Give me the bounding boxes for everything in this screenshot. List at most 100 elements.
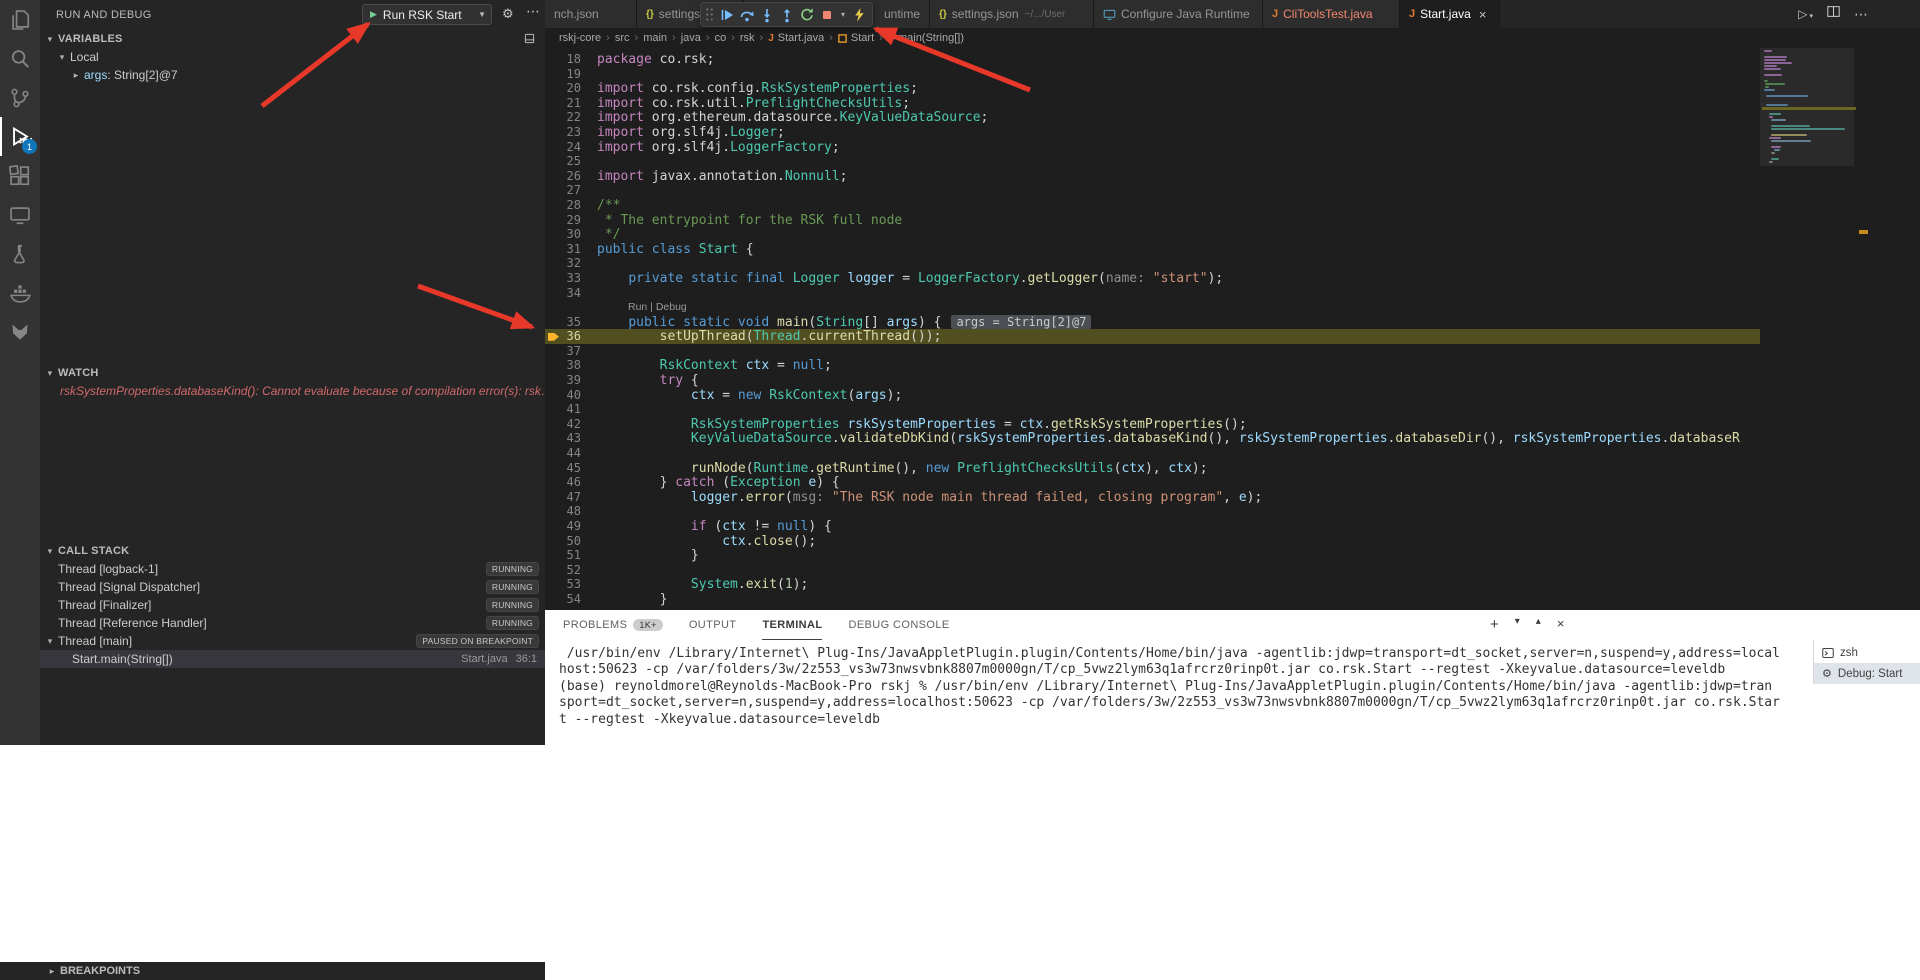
line-number[interactable]: 29: [545, 213, 581, 228]
variables-scope-local[interactable]: ▾ Local: [40, 48, 545, 66]
line-number[interactable]: 54: [545, 592, 581, 607]
activity-bar-item-extensions[interactable]: [0, 156, 40, 195]
breadcrumb-item-src[interactable]: src: [615, 32, 630, 44]
code-line-30[interactable]: 30 */: [545, 227, 1760, 242]
step-out-button[interactable]: [777, 4, 797, 26]
line-number[interactable]: 32: [545, 256, 581, 271]
line-number[interactable]: 20: [545, 81, 581, 96]
tab-start-java-6[interactable]: JStart.java×: [1400, 0, 1500, 28]
code-line-45[interactable]: 45 runNode(Runtime.getRuntime(), new Pre…: [545, 461, 1760, 476]
callstack-thread[interactable]: Thread [Reference Handler]RUNNING: [40, 614, 545, 632]
line-number[interactable]: 35: [545, 315, 581, 330]
step-over-button[interactable]: [737, 4, 757, 26]
ellipsis-icon[interactable]: ⋯: [526, 3, 540, 20]
watch-item[interactable]: rskSystemProperties.databaseKind(): Cann…: [40, 382, 545, 400]
code-line-21[interactable]: 21import co.rsk.util.PreflightChecksUtil…: [545, 96, 1760, 111]
code-line-26[interactable]: 26import javax.annotation.Nonnull;: [545, 169, 1760, 184]
code-line-43[interactable]: 43 KeyValueDataSource.validateDbKind(rsk…: [545, 431, 1760, 446]
activity-bar-item-source-control[interactable]: [0, 78, 40, 117]
activity-bar-item-run-and-debug[interactable]: 1: [0, 117, 40, 156]
continue-button[interactable]: [717, 4, 737, 26]
line-number[interactable]: 28: [545, 198, 581, 213]
codelens-debug-link[interactable]: Debug: [656, 301, 687, 313]
code-line-52[interactable]: 52: [545, 563, 1760, 578]
code-line-31[interactable]: 31public class Start {: [545, 242, 1760, 257]
breadcrumb-item-java[interactable]: java: [681, 32, 701, 44]
more-actions-icon[interactable]: ⋯: [1854, 6, 1868, 23]
line-number[interactable]: 42: [545, 417, 581, 432]
code-line-24[interactable]: 24import org.slf4j.LoggerFactory;: [545, 140, 1760, 155]
activity-bar-item-search[interactable]: [0, 39, 40, 78]
line-number[interactable]: 41: [545, 402, 581, 417]
line-number[interactable]: 22: [545, 110, 581, 125]
code-line-25[interactable]: 25: [545, 154, 1760, 169]
callstack-section-header[interactable]: ▾ CALL STACK: [40, 542, 545, 560]
line-number[interactable]: 18: [545, 52, 581, 67]
tab-configure-java-runtime-4[interactable]: Configure Java Runtime: [1094, 0, 1263, 28]
callstack-thread[interactable]: ▾Thread [main]PAUSED ON BREAKPOINT: [40, 632, 545, 650]
variable-item[interactable]: ▸args: String[2]@7: [40, 66, 545, 84]
line-number[interactable]: 48: [545, 504, 581, 519]
line-number[interactable]: 30: [545, 227, 581, 242]
gear-icon[interactable]: ⚙: [502, 6, 514, 22]
breadcrumb-item-main-string-[interactable]: ◆main(String[]): [888, 32, 964, 44]
code-editor[interactable]: 18package co.rsk;1920import co.rsk.confi…: [545, 48, 1920, 610]
callstack-frame-selected[interactable]: Start.main(String[])Start.java36:1: [40, 650, 545, 668]
code-line-40[interactable]: 40 ctx = new RskContext(args);: [545, 388, 1760, 403]
variables-section-header[interactable]: ▾ VARIABLES: [40, 30, 545, 48]
code-line-47[interactable]: 47 logger.error(msg: "The RSK node main …: [545, 490, 1760, 505]
code-line-39[interactable]: 39 try {: [545, 373, 1760, 388]
code-line-28[interactable]: 28/**: [545, 198, 1760, 213]
code-line-18[interactable]: 18package co.rsk;: [545, 52, 1760, 67]
panel-tab-terminal[interactable]: TERMINAL: [762, 610, 822, 640]
chevron-down-icon[interactable]: ▾: [1515, 616, 1520, 633]
activity-bar-item-explorer[interactable]: [0, 0, 40, 39]
code-line-19[interactable]: 19: [545, 67, 1760, 82]
launch-config-select[interactable]: ▶ Run RSK Start ▼: [362, 4, 492, 25]
run-file-button[interactable]: ▷▾: [1798, 7, 1813, 21]
activity-bar-item-testing[interactable]: [0, 234, 40, 273]
activity-bar-item-fox-extension[interactable]: [0, 312, 40, 351]
terminal-list-item-debug-start[interactable]: ⚙Debug: Start: [1814, 663, 1920, 684]
callstack-thread[interactable]: Thread [Signal Dispatcher]RUNNING: [40, 578, 545, 596]
stop-button[interactable]: [817, 4, 837, 26]
tab-clitoolstest-java-5[interactable]: JCliToolsTest.java: [1263, 0, 1400, 28]
line-number[interactable]: 46: [545, 475, 581, 490]
terminal-output[interactable]: /usr/bin/env /Library/Internet\ Plug-Ins…: [559, 646, 1790, 728]
code-line-49[interactable]: 49 if (ctx != null) {: [545, 519, 1760, 534]
line-number[interactable]: 25: [545, 154, 581, 169]
line-number[interactable]: 43: [545, 431, 581, 446]
code-line-34[interactable]: 34: [545, 286, 1760, 301]
tab-nch-json-0[interactable]: nch.json: [545, 0, 637, 28]
code-line-53[interactable]: 53 System.exit(1);: [545, 577, 1760, 592]
code-line-48[interactable]: 48: [545, 504, 1760, 519]
close-icon[interactable]: ×: [1479, 7, 1487, 22]
line-number[interactable]: 49: [545, 519, 581, 534]
close-panel-icon[interactable]: ×: [1557, 616, 1565, 633]
code-line-41[interactable]: 41: [545, 402, 1760, 417]
panel-tab-debug-console[interactable]: DEBUG CONSOLE: [848, 610, 949, 640]
breakpoints-section-header[interactable]: ▸ BREAKPOINTS: [0, 962, 545, 980]
minimap[interactable]: [1762, 48, 1856, 610]
line-number[interactable]: 37: [545, 344, 581, 359]
code-line-27[interactable]: 27: [545, 183, 1760, 198]
breadcrumb-item-rskj-core[interactable]: rskj-core: [559, 32, 601, 44]
code-line-51[interactable]: 51 }: [545, 548, 1760, 563]
breadcrumb-item-co[interactable]: co: [715, 32, 727, 44]
breadcrumb-item-start[interactable]: Start: [838, 32, 874, 44]
hot-code-replace-button[interactable]: [849, 4, 869, 26]
line-number[interactable]: 38: [545, 358, 581, 373]
line-number[interactable]: 27: [545, 183, 581, 198]
panel-tab-problems[interactable]: PROBLEMS1K+: [563, 610, 663, 640]
line-number[interactable]: 53: [545, 577, 581, 592]
code-line-32[interactable]: 32: [545, 256, 1760, 271]
code-line-22[interactable]: 22import org.ethereum.datasource.KeyValu…: [545, 110, 1760, 125]
line-number[interactable]: 44: [545, 446, 581, 461]
panel-tab-output[interactable]: OUTPUT: [689, 610, 737, 640]
code-line-38[interactable]: 38 RskContext ctx = null;: [545, 358, 1760, 373]
section-action-icon[interactable]: [524, 33, 535, 47]
code-line-29[interactable]: 29 * The entrypoint for the RSK full nod…: [545, 213, 1760, 228]
code-line-46[interactable]: 46 } catch (Exception e) {: [545, 475, 1760, 490]
codelens-run-link[interactable]: Run: [628, 301, 647, 313]
code-line-50[interactable]: 50 ctx.close();: [545, 534, 1760, 549]
